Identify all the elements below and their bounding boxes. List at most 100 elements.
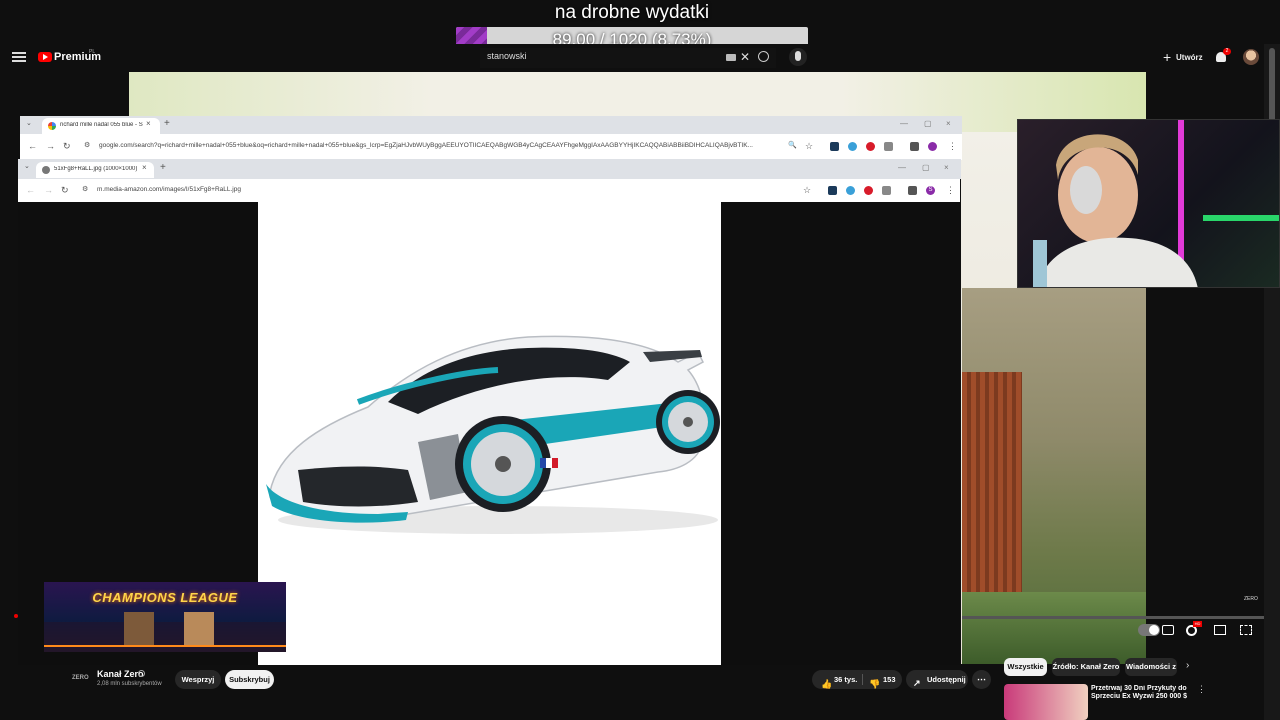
keyboard-icon[interactable] <box>726 54 736 61</box>
thumbs-down-icon[interactable]: 👎 <box>869 675 880 694</box>
forward-arrow-icon[interactable]: → <box>46 141 55 151</box>
tab-search-chevron-icon[interactable]: ⌄ <box>26 119 32 127</box>
account-avatar[interactable] <box>1243 49 1259 65</box>
reload-icon[interactable]: ↻ <box>61 185 69 196</box>
new-tab-icon[interactable]: + <box>160 162 166 173</box>
champions-league-banner: CHAMPIONS LEAGUE <box>44 582 286 652</box>
notification-count-badge: 2 <box>1223 48 1231 55</box>
chrome-menu-icon[interactable]: ⋮ <box>948 141 957 152</box>
subscriber-count: 2,08 mln subskrybentów <box>97 681 162 687</box>
chips-next-chevron-icon[interactable]: › <box>1186 660 1189 671</box>
support-button[interactable]: Wesprzyj <box>175 670 221 689</box>
google-favicon-icon <box>48 122 56 130</box>
minimize-window-icon[interactable]: — <box>898 163 906 172</box>
theater-mode-icon[interactable] <box>1214 625 1226 635</box>
address-bar[interactable]: m.media-amazon.com/images/I/51xFg8+RaLL.… <box>97 186 697 193</box>
chip-all[interactable]: Wszystkie <box>1004 658 1047 676</box>
extension-icon[interactable] <box>846 186 855 195</box>
plus-icon: + <box>1163 49 1172 65</box>
search-icon[interactable] <box>758 51 769 62</box>
extensions-puzzle-icon[interactable] <box>882 186 891 195</box>
recommended-video-thumbnail[interactable] <box>1004 684 1088 720</box>
recommended-video-menu-icon[interactable]: ⋮ <box>1197 684 1206 695</box>
dislike-count[interactable]: 153 <box>883 670 896 689</box>
close-window-icon[interactable]: × <box>946 119 951 128</box>
create-button[interactable]: + Utwórz <box>1160 48 1206 68</box>
forward-arrow-icon[interactable]: → <box>44 185 53 195</box>
reload-icon[interactable]: ↻ <box>63 141 71 152</box>
site-info-icon[interactable]: ⚙ <box>84 141 90 149</box>
extension-icon[interactable] <box>864 186 873 195</box>
back-arrow-icon[interactable]: ← <box>28 141 37 151</box>
hamburger-menu-icon[interactable] <box>12 52 26 62</box>
media-control-icon[interactable] <box>908 186 917 195</box>
youtube-logo-icon[interactable] <box>38 52 52 62</box>
chrome-menu-icon[interactable]: ⋮ <box>946 185 955 196</box>
search-input-value[interactable]: stanowski <box>487 51 527 61</box>
extensions-puzzle-icon[interactable] <box>884 142 893 151</box>
media-control-icon[interactable] <box>910 142 919 151</box>
share-arrow-icon: ↗ <box>913 678 921 688</box>
like-divider <box>862 674 863 685</box>
more-actions-button[interactable]: ⋯ <box>972 670 991 689</box>
stream-goal-title: na drobne wydatki <box>554 2 710 23</box>
address-bar[interactable]: google.com/search?q=richard+mille+nadal+… <box>99 142 784 149</box>
chip-source[interactable]: Źródło: Kanał Zero <box>1052 658 1120 676</box>
page-scrollbar-thumb[interactable] <box>1269 48 1275 124</box>
fullscreen-icon[interactable] <box>1240 625 1252 635</box>
car-photo <box>258 202 721 665</box>
subtitles-icon[interactable] <box>1162 625 1174 635</box>
video-progress-bar[interactable] <box>962 616 1264 619</box>
minimize-window-icon[interactable]: — <box>900 119 908 128</box>
omnibox-row: ← → ↻ ⚙ m.media-amazon.com/images/I/51xF… <box>18 179 960 202</box>
car-illustration <box>266 335 720 534</box>
extension-icon[interactable] <box>866 142 875 151</box>
close-window-icon[interactable]: × <box>944 163 949 172</box>
live-indicator-dot <box>14 614 18 618</box>
maximize-window-icon[interactable]: ▢ <box>924 119 932 128</box>
new-tab-icon[interactable]: + <box>164 118 170 129</box>
zoom-icon[interactable]: 🔍 <box>788 141 797 149</box>
chrome-window-google-search: ⌄ richard mille nadal 055 blue - S × + —… <box>20 116 962 160</box>
tab-strip: ⌄ richard mille nadal 055 blue - S × + —… <box>20 116 962 134</box>
video-controls: ZERO HD <box>962 596 1264 646</box>
tab-image[interactable]: 51xFg8+RaLL.jpg (1000×1000) <box>36 162 154 178</box>
recommended-video-title[interactable]: Przetrwaj 30 Dni Przykuty do Sprzeciu Ex… <box>1091 685 1191 701</box>
channel-watermark: ZERO <box>1244 596 1258 602</box>
maximize-window-icon[interactable]: ▢ <box>922 163 930 172</box>
bookmark-star-icon[interactable]: ☆ <box>803 185 811 196</box>
site-info-icon[interactable]: ⚙ <box>82 185 88 193</box>
streamer-webcam <box>1017 119 1280 288</box>
tab-search-chevron-icon[interactable]: ⌄ <box>24 162 30 170</box>
share-button-label: Udostępnij <box>927 675 966 684</box>
profile-avatar[interactable]: S <box>926 186 935 195</box>
autoplay-toggle[interactable] <box>1138 624 1160 636</box>
extension-icon[interactable] <box>828 186 837 195</box>
chip-news[interactable]: Wiadomości z <box>1125 658 1177 676</box>
microphone-icon <box>795 51 801 61</box>
bookmark-star-icon[interactable]: ☆ <box>805 141 813 152</box>
tab-strip: ⌄ 51xFg8+RaLL.jpg (1000×1000) × + — ▢ × <box>18 159 961 179</box>
clear-search-icon[interactable]: ✕ <box>740 50 750 64</box>
champions-league-art <box>44 612 286 652</box>
create-button-label: Utwórz <box>1176 53 1203 62</box>
voice-search-button[interactable] <box>789 48 807 66</box>
youtube-top-bar: Premium PL stanowski ✕ + Utwórz 2 <box>0 44 1264 72</box>
subscribe-button[interactable]: Subskrybuj <box>225 670 274 689</box>
back-arrow-icon[interactable]: ← <box>26 185 35 195</box>
search-input[interactable]: stanowski ✕ <box>480 48 776 68</box>
tab-title: richard mille nadal 055 blue - S <box>60 122 143 128</box>
tab-close-icon[interactable]: × <box>146 119 151 128</box>
channel-avatar[interactable]: ZERO <box>72 675 89 681</box>
tab-google-search[interactable]: richard mille nadal 055 blue - S <box>42 118 160 134</box>
thumbs-up-icon[interactable]: 👍 <box>821 675 832 694</box>
extension-icon[interactable] <box>848 142 857 151</box>
profile-icon[interactable] <box>928 142 937 151</box>
extension-icon[interactable] <box>830 142 839 151</box>
like-count[interactable]: 36 tys. <box>834 670 857 689</box>
hd-badge: HD <box>1193 621 1202 627</box>
verified-check-icon <box>138 670 145 677</box>
channel-name[interactable]: Kanał Zero <box>97 669 144 679</box>
share-button[interactable]: ↗ Udostępnij <box>906 670 968 689</box>
tab-close-icon[interactable]: × <box>142 163 147 172</box>
